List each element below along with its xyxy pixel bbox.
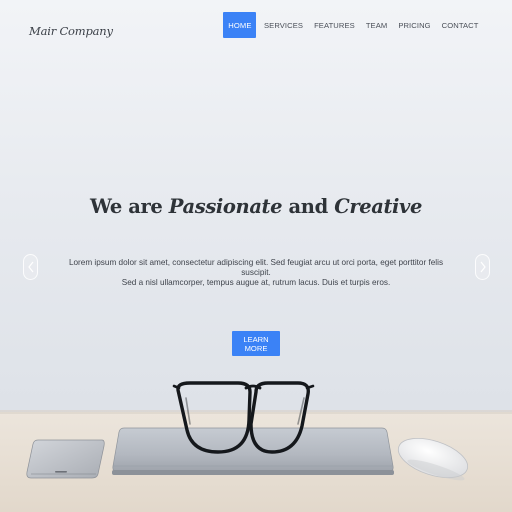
desk-surface xyxy=(0,412,512,512)
hero-description-line-2: Sed a nisl ullamcorper, tempus augue at,… xyxy=(121,278,391,287)
headline-part-1: We are xyxy=(89,195,169,218)
nav-item-team[interactable]: TEAM xyxy=(360,12,393,38)
hero-description-line-1: Lorem ipsum dolor sit amet, consectetur … xyxy=(68,258,444,277)
headline-emphasis-passionate: Passionate xyxy=(168,195,283,218)
nav-item-contact[interactable]: CONTACT xyxy=(436,12,484,38)
nav-item-services[interactable]: SERVICES xyxy=(258,12,308,38)
headline-part-3: and xyxy=(282,195,335,218)
glasses-illustration xyxy=(172,381,315,454)
main-nav: HOME SERVICES FEATURES TEAM PRICING CONT… xyxy=(223,12,484,38)
carousel-next-button[interactable] xyxy=(475,254,490,280)
headline-emphasis-creative: Creative xyxy=(334,195,422,218)
phone-illustration xyxy=(26,439,105,479)
chevron-right-icon xyxy=(480,261,486,273)
carousel-prev-button[interactable] xyxy=(23,254,38,280)
nav-item-home[interactable]: HOME xyxy=(223,12,257,38)
hero-section: Mair Company HOME SERVICES FEATURES TEAM… xyxy=(0,0,512,512)
hero-headline: We are Passionate and Creative xyxy=(0,195,512,218)
hero-background-image xyxy=(0,381,512,512)
chevron-left-icon xyxy=(27,261,33,273)
mouse-illustration xyxy=(397,437,469,481)
learn-more-button[interactable]: LEARN MORE xyxy=(232,331,280,356)
laptop-illustration xyxy=(112,427,394,475)
brand-logo[interactable]: Mair Company xyxy=(29,24,113,38)
nav-item-features[interactable]: FEATURES xyxy=(309,12,361,38)
nav-item-pricing[interactable]: PRICING xyxy=(393,12,436,38)
